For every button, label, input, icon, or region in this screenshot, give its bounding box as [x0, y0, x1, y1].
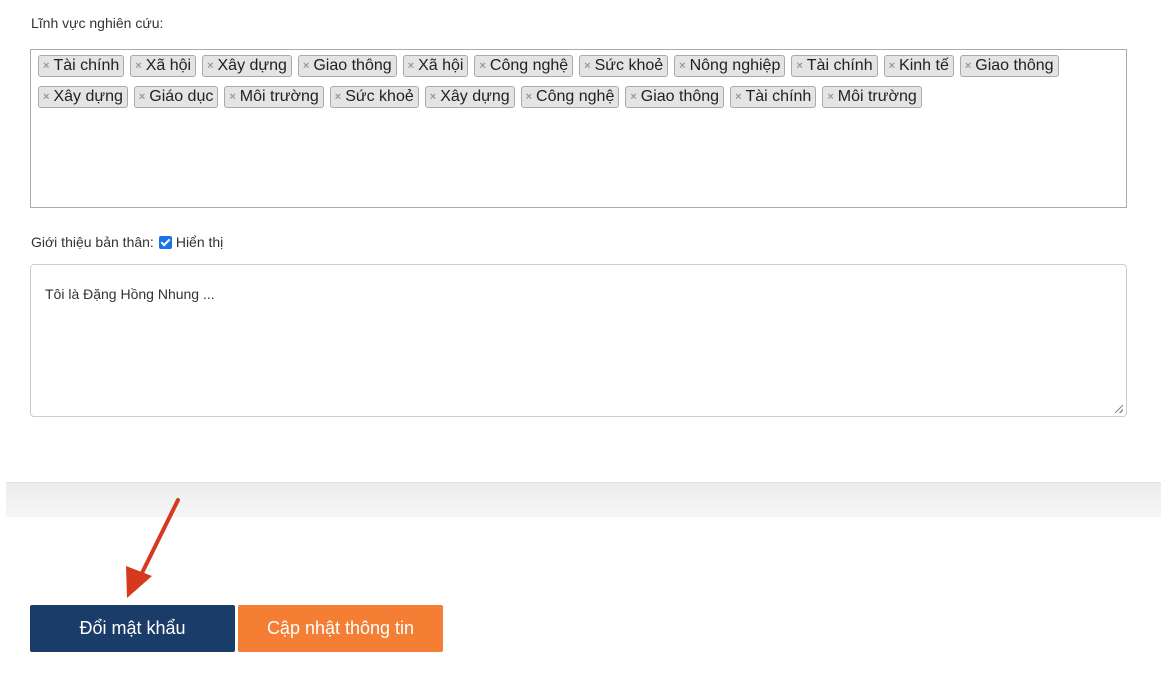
research-tag-label: Công nghệ [489, 57, 569, 74]
remove-tag-icon[interactable]: × [796, 56, 802, 76]
remove-tag-icon[interactable]: × [207, 56, 213, 76]
research-tag-label: Giáo dục [149, 88, 214, 105]
research-tag-label: Môi trường [239, 88, 319, 105]
research-tag-label: Giao thông [975, 57, 1054, 74]
intro-text: Tôi là Đặng Hồng Nhung ... [45, 286, 215, 302]
remove-tag-icon[interactable]: × [303, 56, 309, 76]
research-tag-label: Giao thông [313, 57, 392, 74]
remove-tag-icon[interactable]: × [229, 87, 235, 107]
show-intro-checkbox[interactable] [158, 235, 172, 249]
research-fields-tag-list: × Tài chính × Xã hội × Xây dựng × Giao thông × Xã… [38, 55, 1122, 117]
research-tag[interactable]: × Xã hội [402, 55, 469, 77]
remove-tag-icon[interactable]: × [584, 56, 590, 76]
remove-tag-icon[interactable]: × [679, 56, 685, 76]
research-tag[interactable]: × Tài chính [730, 86, 817, 108]
research-tag-label: Xã hội [418, 57, 464, 74]
research-tag[interactable]: × Xây dựng [38, 86, 128, 108]
research-tag[interactable]: × Xã hội [130, 55, 197, 77]
research-tag[interactable]: × Xây dựng [202, 55, 292, 77]
research-tag[interactable]: × Công nghệ [520, 86, 620, 108]
research-tag[interactable]: × Giáo dục [133, 86, 219, 108]
research-tag[interactable]: × Giao thông [297, 55, 397, 77]
show-intro-label[interactable]: Hiển thị [176, 234, 223, 250]
research-tag[interactable]: × Nông nghiệp [674, 55, 786, 77]
research-tag-label: Giao thông [640, 88, 720, 105]
research-tag-label: Sức khoẻ [594, 57, 664, 74]
remove-tag-icon[interactable]: × [408, 56, 414, 76]
remove-tag-icon[interactable]: × [630, 87, 636, 107]
remove-tag-icon[interactable]: × [43, 87, 49, 107]
research-tag-label: Môi trường [837, 88, 917, 105]
research-tag-label: Tài chính [745, 88, 812, 105]
update-info-button[interactable]: Cập nhật thông tin [238, 605, 443, 652]
intro-row: Giới thiệu bản thân: Hiển thị [31, 234, 223, 250]
research-tag-label: Tài chính [53, 57, 120, 74]
research-tag[interactable]: × Xây dựng [424, 86, 515, 108]
research-tag-label: Xã hội [145, 57, 192, 74]
research-tag[interactable]: × Sức khoẻ [579, 55, 669, 77]
research-tag[interactable]: × Giao thông [625, 86, 725, 108]
research-tag-label: Công nghệ [536, 88, 615, 105]
remove-tag-icon[interactable]: × [526, 87, 532, 107]
research-tag-label: Sức khoẻ [345, 88, 414, 105]
change-password-button[interactable]: Đổi mật khẩu [30, 605, 235, 652]
section-divider [6, 482, 1161, 517]
research-tag-label: Nông nghiệp [689, 57, 781, 74]
research-tag[interactable]: × Kinh tế [883, 55, 954, 77]
research-tag-label: Xây dựng [217, 57, 287, 74]
research-tag[interactable]: × Tài chính [791, 55, 878, 77]
research-fields-label: Lĩnh vực nghiên cứu: [31, 15, 164, 31]
remove-tag-icon[interactable]: × [430, 87, 436, 107]
remove-tag-icon[interactable]: × [965, 56, 971, 76]
remove-tag-icon[interactable]: × [335, 87, 341, 107]
research-tag-label: Xây dựng [53, 88, 123, 105]
remove-tag-icon[interactable]: × [827, 87, 833, 107]
remove-tag-icon[interactable]: × [735, 87, 741, 107]
remove-tag-icon[interactable]: × [135, 56, 141, 76]
research-tag-label: Xây dựng [440, 88, 510, 105]
intro-textarea[interactable]: Tôi là Đặng Hồng Nhung ... [30, 264, 1127, 417]
research-tag[interactable]: × Môi trường [224, 86, 324, 108]
resize-handle-icon[interactable] [1115, 405, 1123, 413]
research-tag[interactable]: × Giao thông [959, 55, 1059, 77]
research-tag-label: Tài chính [806, 57, 873, 74]
research-tag[interactable]: × Sức khoẻ [329, 86, 419, 108]
remove-tag-icon[interactable]: × [139, 87, 145, 107]
remove-tag-icon[interactable]: × [889, 56, 895, 76]
remove-tag-icon[interactable]: × [479, 56, 485, 76]
research-tag[interactable]: × Tài chính [38, 55, 125, 77]
intro-label: Giới thiệu bản thân: [31, 234, 154, 250]
research-tag[interactable]: × Môi trường [822, 86, 922, 108]
remove-tag-icon[interactable]: × [43, 56, 49, 76]
research-fields-select[interactable]: × Tài chính × Xã hội × Xây dựng × Giao thông × Xã… [30, 49, 1127, 208]
research-tag-label: Kinh tế [899, 57, 949, 74]
research-tag[interactable]: × Công nghệ [474, 55, 574, 77]
